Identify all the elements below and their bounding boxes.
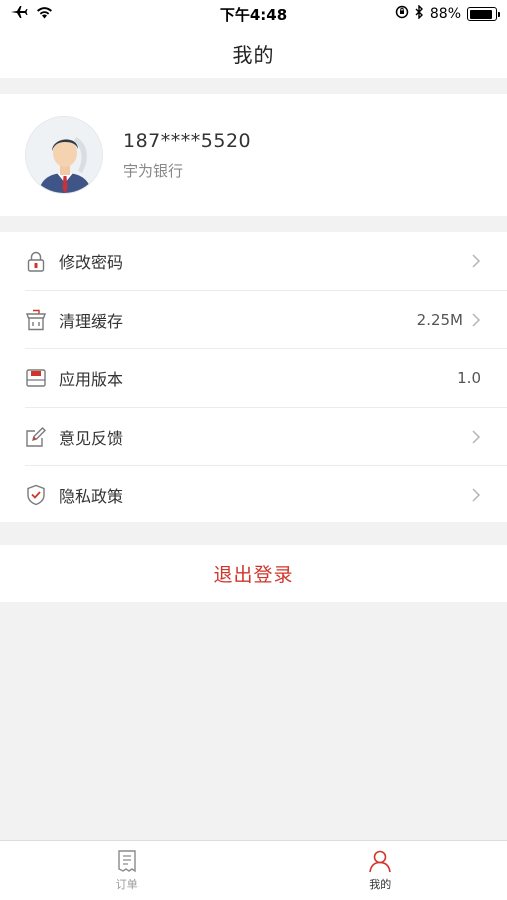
menu-item-change-password[interactable]: 修改密码 bbox=[0, 232, 507, 291]
logout-label: 退出登录 bbox=[213, 564, 294, 586]
avatar-person-icon bbox=[26, 117, 102, 193]
menu-item-privacy-policy[interactable]: 隐私政策 bbox=[0, 466, 507, 525]
menu-item-app-version: 应用版本 1.0 bbox=[0, 349, 507, 408]
wifi-icon bbox=[36, 6, 53, 23]
menu-item-clear-cache[interactable]: 清理缓存 2.25M bbox=[0, 291, 507, 349]
chevron-right-icon bbox=[472, 313, 481, 327]
menu-item-label: 清理缓存 bbox=[59, 311, 124, 331]
battery-fill bbox=[469, 9, 492, 19]
status-bar: 下午4:48 88% bbox=[0, 0, 507, 28]
chevron-right-icon bbox=[472, 254, 481, 268]
menu-item-label: 隐私政策 bbox=[59, 487, 124, 507]
page-title: 我的 bbox=[232, 42, 275, 67]
profile-bank-name: 宇为银行 bbox=[123, 161, 184, 180]
tab-bar: 订单 我的 bbox=[0, 840, 507, 900]
version-icon bbox=[25, 367, 47, 389]
menu-item-feedback[interactable]: 意见反馈 bbox=[0, 408, 507, 466]
user-profile-icon bbox=[369, 850, 392, 873]
feedback-edit-icon bbox=[25, 426, 47, 448]
cache-size-value: 2.25M bbox=[416, 310, 463, 329]
orientation-lock-icon bbox=[395, 5, 409, 23]
menu-item-label: 意见反馈 bbox=[59, 428, 124, 448]
status-right: 88% bbox=[395, 4, 500, 23]
profile-card[interactable]: 187****5520 宇为银行 bbox=[0, 94, 507, 216]
airplane-mode-icon bbox=[10, 5, 28, 23]
privacy-shield-icon bbox=[25, 484, 47, 506]
menu-item-label: 修改密码 bbox=[59, 253, 124, 273]
status-left bbox=[10, 5, 53, 23]
tab-orders[interactable]: 订单 bbox=[0, 841, 254, 900]
tab-label: 我的 bbox=[369, 878, 392, 891]
tab-mine[interactable]: 我的 bbox=[254, 841, 507, 900]
lock-icon bbox=[25, 250, 47, 272]
nav-bar: 我的 bbox=[0, 28, 507, 78]
avatar[interactable] bbox=[25, 116, 103, 194]
profile-info: 187****5520 宇为银行 bbox=[123, 130, 251, 181]
battery-icon bbox=[467, 7, 500, 21]
menu-item-label: 应用版本 bbox=[59, 370, 124, 390]
battery-percent: 88% bbox=[429, 6, 461, 22]
chevron-right-icon bbox=[472, 488, 481, 502]
settings-menu: 修改密码 清理缓存 2.25M 应用版本 1.0 意见反馈 隐私政策 bbox=[0, 232, 507, 522]
logout-button[interactable]: 退出登录 bbox=[0, 545, 507, 602]
clean-cache-icon bbox=[25, 309, 47, 331]
chevron-right-icon bbox=[472, 430, 481, 444]
tab-label: 订单 bbox=[115, 878, 138, 891]
order-document-icon bbox=[118, 850, 136, 873]
bluetooth-icon bbox=[415, 4, 424, 23]
app-version-value: 1.0 bbox=[457, 369, 481, 388]
profile-phone: 187****5520 bbox=[123, 129, 252, 152]
